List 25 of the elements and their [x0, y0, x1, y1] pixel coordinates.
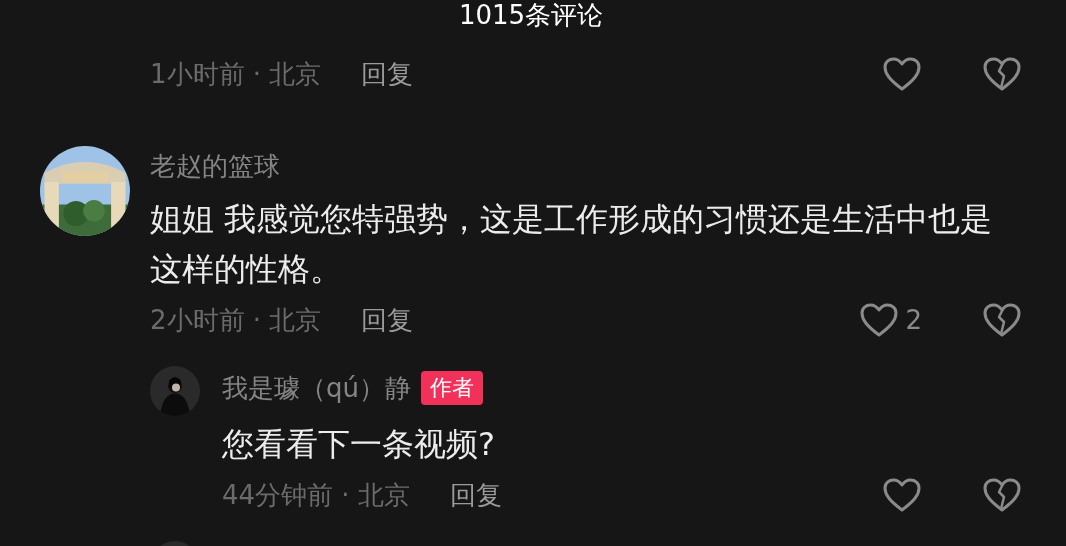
like-count: 2 [905, 304, 922, 337]
username: 老赵的篮球 [150, 150, 280, 183]
dislike-button[interactable] [982, 302, 1022, 338]
broken-heart-icon [982, 302, 1022, 338]
reply-link[interactable]: 回复 [449, 475, 502, 515]
reply-link[interactable]: 回复 [361, 300, 414, 340]
comment-text: 您看看下一条视频? [222, 424, 496, 465]
reply-link[interactable]: 回复 [361, 54, 414, 94]
username: 我是璩（qú）静 [222, 372, 411, 405]
like-button[interactable] [882, 477, 922, 513]
broken-heart-icon [982, 477, 1022, 513]
author-badge: 作者 [421, 371, 483, 405]
heart-icon [882, 477, 922, 513]
like-button[interactable]: 2 [859, 300, 922, 340]
heart-icon [859, 302, 900, 338]
heart-icon [882, 56, 922, 92]
comment-meta: 2小时前 · 北京 [150, 304, 322, 337]
comment-meta: 44分钟前 · 北京 [222, 479, 410, 512]
comment-count-title: 1015条评论 [457, 0, 605, 30]
dislike-button[interactable] [982, 477, 1022, 513]
broken-heart-icon [982, 56, 1022, 92]
dislike-button[interactable] [982, 56, 1022, 92]
comment-text: 姐姐 我感觉您特强势，这是工作形成的习惯还是生活中也是这样的性格。 [150, 199, 994, 290]
like-button[interactable] [882, 56, 922, 92]
comment-meta: 1小时前 · 北京 [150, 58, 322, 91]
